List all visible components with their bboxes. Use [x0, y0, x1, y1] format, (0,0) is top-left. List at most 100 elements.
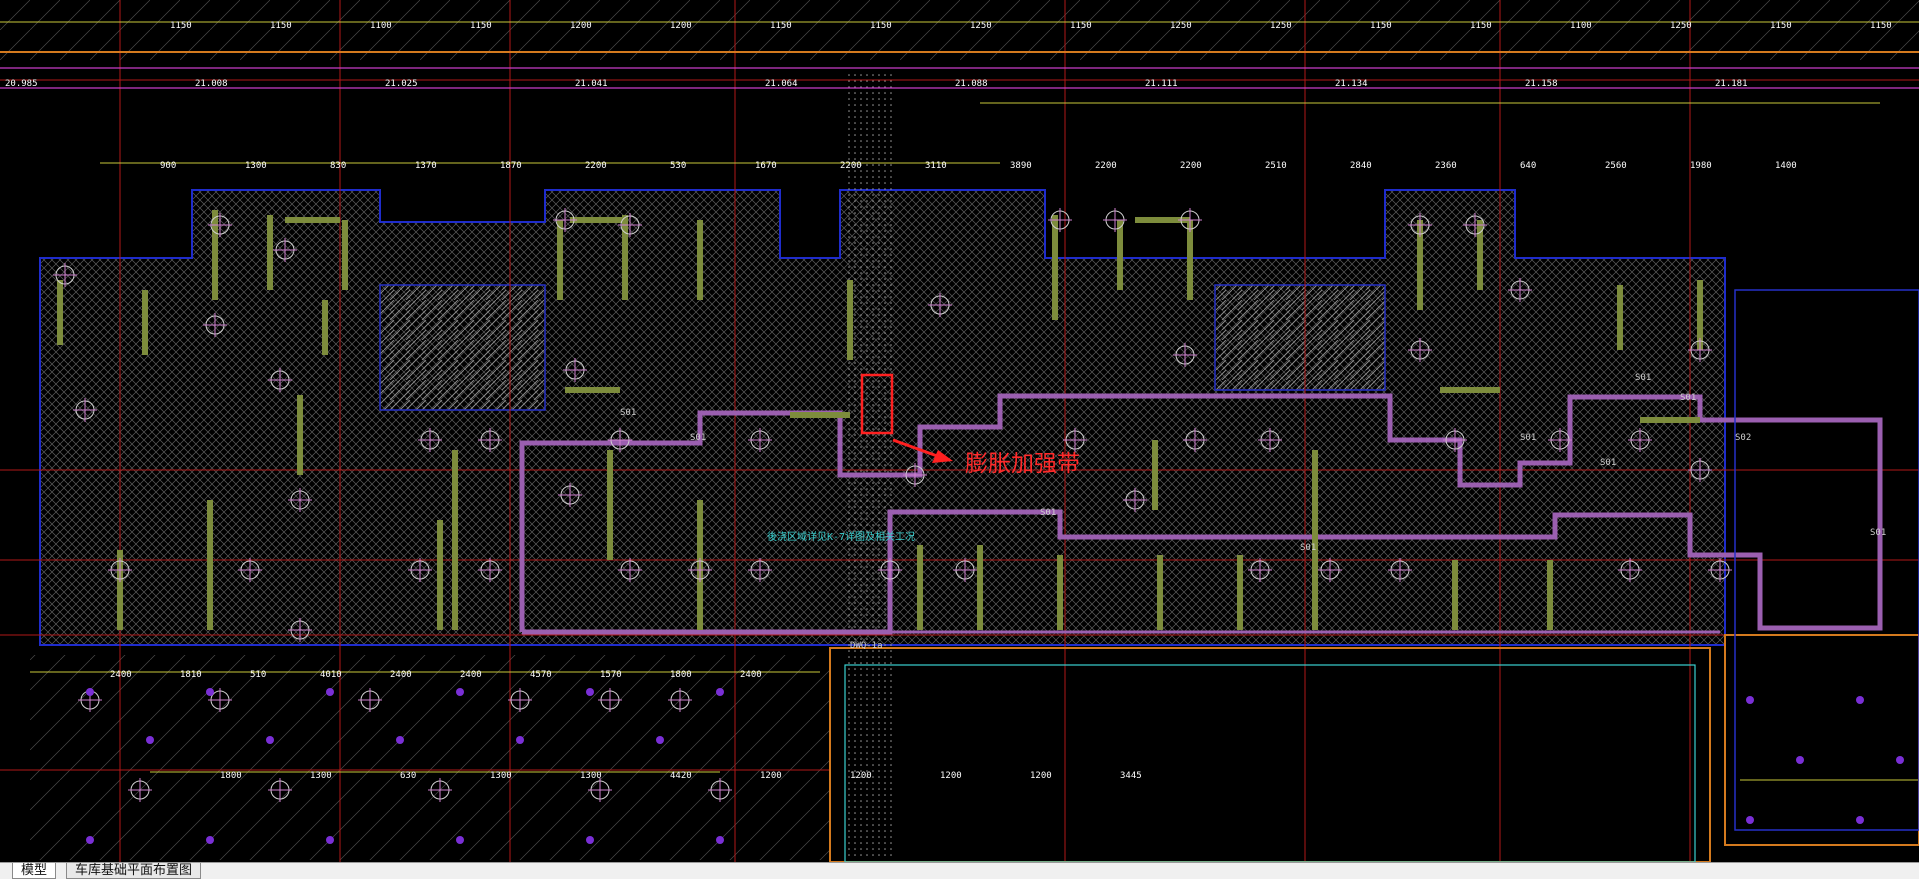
small-pile-dot [396, 736, 404, 744]
small-pile-dot [326, 688, 334, 696]
bottom-dimension-label: 1300 [580, 771, 602, 781]
top-dimension-label: 1100 [1570, 21, 1592, 31]
mid-dimension-label: 1980 [1690, 161, 1712, 171]
lower-dimension-label: 2400 [390, 670, 412, 680]
elevation-label: 21.008 [195, 79, 228, 89]
top-dimension-label: 1250 [1270, 21, 1292, 31]
small-pile-dot [266, 736, 274, 744]
small-pile-dot [586, 836, 594, 844]
bottom-dimension-label: 4420 [670, 771, 692, 781]
small-pile-dot [86, 688, 94, 696]
bottom-dimension-label: 1200 [760, 771, 782, 781]
band-label: S01 [1520, 433, 1536, 443]
mid-dimension-label: 2200 [585, 161, 607, 171]
small-pile-dot [656, 736, 664, 744]
top-dimension-label: 1250 [1170, 21, 1192, 31]
lower-dimension-label: 4010 [320, 670, 342, 680]
mid-dimension-label: 2200 [1095, 161, 1117, 171]
band-label: S01 [1870, 528, 1886, 538]
small-pile-dot [1796, 756, 1804, 764]
pit-region-left [379, 284, 546, 411]
band-label: S01 [1680, 393, 1696, 403]
mid-dimension-label: 830 [330, 161, 346, 171]
mid-dimension-label: 2510 [1265, 161, 1287, 171]
layout-tab-bar: 模型 车库基础平面布置图 [0, 862, 1919, 879]
bottom-dimension-label: 1200 [850, 771, 872, 781]
band-label: S01 [1300, 543, 1316, 553]
expansion-band-annotation: 膨胀加强带 [965, 451, 1080, 477]
lower-dimension-label: 510 [250, 670, 266, 680]
top-dimension-label: 1100 [370, 21, 392, 31]
band-label: S01 [1040, 508, 1056, 518]
top-dimension-label: 1150 [1370, 21, 1392, 31]
elevation-label: 21.025 [385, 79, 418, 89]
top-dimension-label: 1150 [270, 21, 292, 31]
elevation-label: 21.181 [1715, 79, 1748, 89]
band-label: S01 [620, 408, 636, 418]
mid-dimension-label: 1670 [755, 161, 777, 171]
small-pile-dot [1896, 756, 1904, 764]
mid-dimension-label: 2200 [1180, 161, 1202, 171]
lower-dimension-label: 1570 [600, 670, 622, 680]
small-pile-dot [1856, 816, 1864, 824]
bottom-dimension-label: 3445 [1120, 771, 1142, 781]
region-label: 後浇区域详见K-7详图及相关工况 [767, 530, 915, 543]
pit-region-right [1214, 284, 1386, 391]
band-label: S02 [1735, 433, 1751, 443]
top-dimension-label: 1150 [1870, 21, 1892, 31]
bottom-dimension-label: 1200 [940, 771, 962, 781]
mid-dimension-label: 640 [1520, 161, 1536, 171]
top-dimension-label: 1150 [1470, 21, 1492, 31]
cad-drawing-canvas[interactable]: 20.985 21.008 21.025 21.041 21.064 21.088 21.1… [0, 0, 1919, 862]
elevation-label: 21.088 [955, 79, 988, 89]
mid-dimension-label: 3110 [925, 161, 947, 171]
small-pile-dot [716, 688, 724, 696]
mid-dimension-label: 2840 [1350, 161, 1372, 171]
top-dimension-label: 1200 [670, 21, 692, 31]
lower-dimension-label: 1810 [180, 670, 202, 680]
top-dimension-label: 1250 [1670, 21, 1692, 31]
small-pile-dot [456, 836, 464, 844]
small-pile-dot [326, 836, 334, 844]
mid-dimension-label: 2200 [840, 161, 862, 171]
bottom-dimension-label: 1200 [1030, 771, 1052, 781]
top-dimension-label: 1150 [770, 21, 792, 31]
mid-dimension-label: 2560 [1605, 161, 1627, 171]
elevation-label: 20.985 [5, 79, 38, 89]
post-pour-strip [845, 70, 895, 860]
elevation-label: 21.134 [1335, 79, 1368, 89]
lower-dimension-label: 2400 [110, 670, 132, 680]
lower-dimension-label: 2400 [460, 670, 482, 680]
small-pile-dot [716, 836, 724, 844]
small-pile-dot [1746, 816, 1754, 824]
lower-dimension-label: 4570 [530, 670, 552, 680]
top-dimension-label: 1150 [1070, 21, 1092, 31]
mid-dimension-label: 1370 [415, 161, 437, 171]
small-pile-dot [146, 736, 154, 744]
small-pile-dot [1746, 696, 1754, 704]
elevation-label: 21.041 [575, 79, 608, 89]
elevation-label: 21.111 [1145, 79, 1178, 89]
lower-dimension-label: 2400 [740, 670, 762, 680]
bottom-dimension-label: 1800 [220, 771, 242, 781]
mid-dimension-label: 1400 [1775, 161, 1797, 171]
bottom-marker-label: DWQ-1a [850, 641, 883, 651]
top-dimension-label: 1150 [470, 21, 492, 31]
mid-dimension-label: 1300 [245, 161, 267, 171]
top-dimension-label: 1250 [970, 21, 992, 31]
small-pile-dot [1856, 696, 1864, 704]
mid-dimension-label: 900 [160, 161, 176, 171]
lower-zone-hatch [30, 655, 830, 860]
lower-dimension-label: 1800 [670, 670, 692, 680]
small-pile-dot [586, 688, 594, 696]
top-dimension-label: 1150 [870, 21, 892, 31]
tab-model[interactable]: 模型 [12, 863, 57, 879]
tab-layout[interactable]: 车库基础平面布置图 [66, 863, 202, 879]
mid-dimension-label: 3890 [1010, 161, 1032, 171]
band-label: S01 [690, 433, 706, 443]
small-pile-dot [86, 836, 94, 844]
band-label: S01 [1635, 373, 1651, 383]
small-pile-dot [456, 688, 464, 696]
bottom-dimension-label: 630 [400, 771, 416, 781]
mid-dimension-label: 2360 [1435, 161, 1457, 171]
